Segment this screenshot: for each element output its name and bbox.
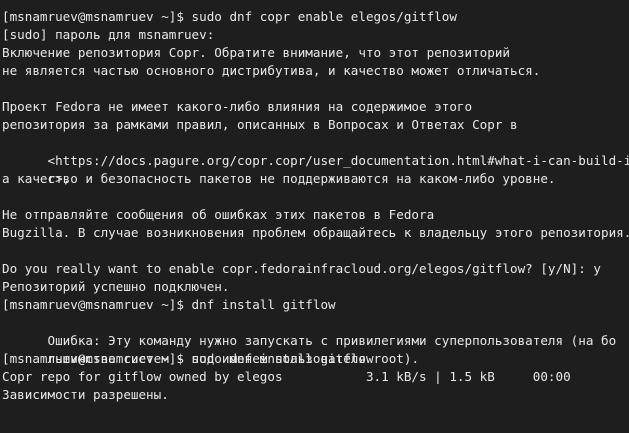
terminal-line: [msnamruev@msnamruev ~]$ dnf install git… [2, 297, 336, 312]
terminal-error-part-1: Ошибка: Эту команду нужно запускать с пр… [47, 333, 617, 348]
terminal-window[interactable]: [msnamruev@msnamruev ~]$ sudo dnf copr e… [0, 0, 629, 433]
terminal-output: [msnamruev@msnamruev ~]$ sudo dnf copr e… [2, 8, 629, 404]
terminal-line-error: Ошибка: Эту команду нужно запускать с пр… [2, 314, 629, 348]
terminal-line: а качество и безопасность пакетов не под… [2, 171, 556, 186]
terminal-line: Copr repo for gitflow owned by elegos 3.… [2, 369, 571, 384]
terminal-line: [msnamruev@msnamruev ~]$ sudo dnf instal… [2, 351, 374, 366]
terminal-line: Зависимости разрешены. [2, 387, 169, 402]
terminal-line: Не отправляйте сообщения об ошибках этих… [2, 207, 435, 222]
terminal-line: [sudo] пароль для msnamruev: [2, 27, 215, 42]
terminal-line: [msnamruev@msnamruev ~]$ sudo dnf copr e… [2, 9, 457, 24]
terminal-line: репозитория за рамками правил, описанных… [2, 117, 518, 132]
terminal-line: Проект Fedora не имеет какого-либо влиян… [2, 99, 473, 114]
terminal-line: не является частью основного дистрибутив… [2, 63, 541, 78]
terminal-line: Bugzilla. В случае возникновения проблем… [2, 225, 629, 240]
terminal-line: Do you really want to enable copr.fedora… [2, 261, 601, 276]
terminal-url-part-1: <https://docs.pagure.org/copr.copr/user_… [47, 153, 629, 168]
terminal-line: Репозиторий успешно подключен. [2, 279, 230, 294]
terminal-line-url: <https://docs.pagure.org/copr.copr/user_… [2, 134, 629, 168]
terminal-line: Включение репозитория Copr. Обратите вни… [2, 45, 510, 60]
